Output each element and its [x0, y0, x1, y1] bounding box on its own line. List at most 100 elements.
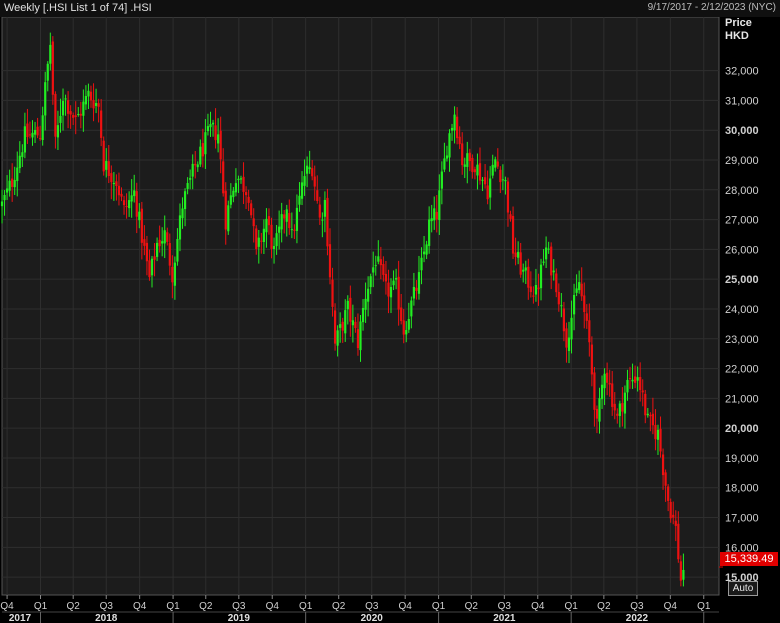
- candle-body: [672, 514, 675, 518]
- candle-body: [232, 190, 235, 198]
- candle-body: [633, 376, 637, 383]
- candle-body: [26, 123, 29, 138]
- y-tick-label: 18,000: [725, 483, 759, 495]
- candle-body: [433, 208, 436, 221]
- candle-body: [552, 270, 555, 273]
- chart-title: Weekly [.HSI List 1 of 74] .HSI: [4, 2, 152, 14]
- candle-body: [77, 114, 80, 116]
- candle-body: [443, 158, 446, 170]
- candle-body: [364, 298, 367, 310]
- candle-body: [463, 164, 466, 167]
- candle-body: [173, 262, 176, 286]
- y-tick-label: 22,000: [725, 364, 759, 376]
- candle-body: [466, 153, 469, 167]
- candle-body: [189, 177, 192, 180]
- candle-body: [606, 372, 609, 383]
- candle-body: [407, 319, 410, 330]
- candle-body: [89, 91, 93, 101]
- candle-body: [280, 214, 283, 230]
- candle-body: [618, 403, 621, 416]
- candle-body: [646, 413, 649, 416]
- candle-body: [394, 278, 398, 280]
- candle-body: [244, 192, 248, 196]
- candle-body: [290, 229, 293, 231]
- candle-body: [598, 398, 601, 422]
- candle-body: [471, 157, 474, 173]
- candle-body: [356, 329, 360, 349]
- candle-body: [44, 82, 47, 116]
- candle-body: [379, 259, 382, 266]
- candle-body: [69, 111, 72, 115]
- quarter-label: Q1: [564, 601, 578, 612]
- candle-body: [351, 320, 354, 326]
- quarter-label: Q3: [630, 601, 644, 612]
- candle-body: [425, 244, 428, 255]
- quarter-label: Q2: [199, 601, 213, 612]
- candle-body: [639, 377, 642, 391]
- candle-body: [664, 472, 667, 486]
- candle-body: [575, 288, 578, 293]
- candle-body: [36, 126, 39, 136]
- candle-body: [56, 125, 60, 138]
- y-tick-label: 31,000: [725, 95, 759, 107]
- candle-body: [392, 280, 395, 286]
- candle-body: [125, 206, 128, 208]
- candle-body: [529, 286, 532, 293]
- candle-body: [570, 317, 573, 340]
- candle-body: [117, 185, 121, 196]
- candle-body: [206, 126, 210, 132]
- candle-body: [168, 243, 171, 266]
- candle-body: [611, 383, 614, 407]
- candle-body: [23, 126, 26, 153]
- candle-body: [102, 140, 105, 172]
- candle-body: [354, 321, 357, 329]
- candle-body: [3, 194, 6, 201]
- y-tick-label: 29,000: [725, 155, 759, 167]
- candle-body: [489, 178, 492, 198]
- quarter-label: Q4: [0, 601, 14, 612]
- candle-body: [54, 93, 57, 137]
- candle-body: [120, 193, 123, 197]
- candle-body: [514, 252, 517, 257]
- candle-body: [107, 161, 110, 177]
- current-price-badge: 15,339.49: [720, 552, 778, 566]
- candle-body: [262, 228, 265, 242]
- candle-body: [333, 310, 337, 344]
- candle-body: [46, 63, 49, 81]
- candle-body: [367, 288, 370, 302]
- candle-body: [199, 146, 202, 165]
- quarter-label: Q3: [498, 601, 512, 612]
- candle-body: [522, 269, 525, 272]
- candle-body: [41, 115, 44, 141]
- candle-body: [491, 164, 494, 176]
- quarter-label: Q1: [299, 601, 313, 612]
- candle-body: [346, 300, 349, 310]
- candle-body: [328, 244, 332, 278]
- candle-body: [623, 392, 627, 414]
- y-tick-label: 32,000: [725, 66, 759, 78]
- candle-body: [181, 208, 184, 219]
- candle-body: [191, 163, 194, 177]
- candle-body: [483, 177, 487, 185]
- candle-body: [453, 114, 456, 131]
- candle-body: [0, 201, 4, 207]
- candle-body: [478, 163, 482, 181]
- candle-body: [33, 130, 37, 135]
- y-tick-label: 30,000: [725, 125, 759, 137]
- candle-body: [143, 239, 146, 246]
- plot-area: [1, 17, 720, 596]
- candle-body: [176, 238, 179, 262]
- candle-body: [580, 283, 583, 297]
- year-label: 2018: [95, 613, 118, 623]
- candle-body: [219, 130, 222, 160]
- candle-body: [72, 115, 75, 118]
- candle-body: [112, 183, 115, 185]
- candle-body: [382, 263, 385, 275]
- price-chart[interactable]: 15,00016,00017,00018,00019,00020,00021,0…: [0, 17, 780, 623]
- candle-body: [468, 152, 471, 162]
- auto-scale-button[interactable]: Auto: [728, 581, 758, 596]
- quarter-label: Q1: [34, 601, 48, 612]
- candle-body: [237, 178, 240, 181]
- candle-body: [369, 276, 372, 288]
- candle-body: [59, 115, 62, 123]
